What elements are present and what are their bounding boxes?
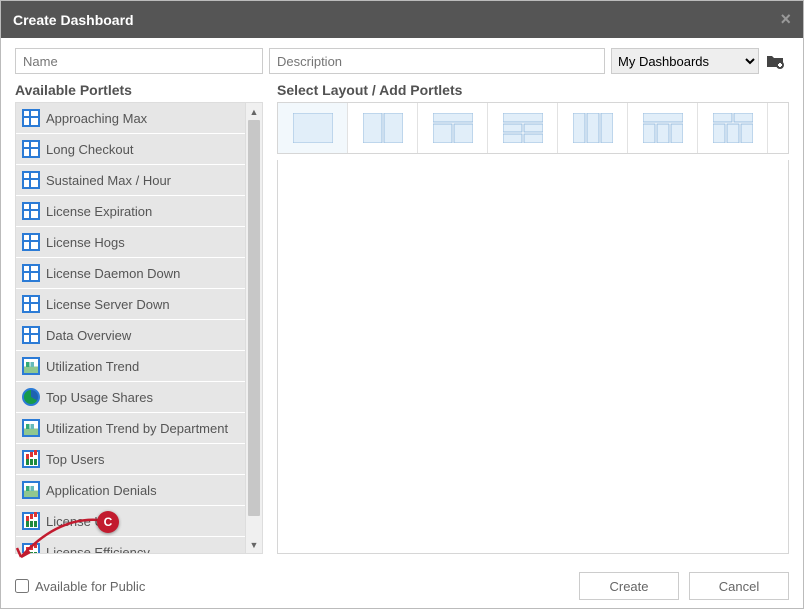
portlet-item[interactable]: Sustained Max / Hour xyxy=(16,165,245,196)
portlet-item[interactable]: License Efficiency xyxy=(16,537,245,553)
add-folder-icon[interactable] xyxy=(765,51,785,71)
description-input[interactable] xyxy=(269,48,605,74)
grid-icon xyxy=(22,109,40,127)
grid-icon xyxy=(22,264,40,282)
portlet-item[interactable]: Utilization Trend xyxy=(16,351,245,382)
grid-icon xyxy=(22,171,40,189)
portlet-item[interactable]: License Use xyxy=(16,506,245,537)
dialog-title: Create Dashboard xyxy=(13,12,134,28)
portlet-label: Approaching Max xyxy=(46,111,147,126)
bar-icon xyxy=(22,512,40,530)
grid-icon xyxy=(22,202,40,220)
portlet-label: License Daemon Down xyxy=(46,266,180,281)
available-for-public-checkbox[interactable]: Available for Public xyxy=(15,579,145,594)
available-portlets-heading: Available Portlets xyxy=(15,82,263,98)
name-input[interactable] xyxy=(15,48,263,74)
portlet-scrollbar[interactable]: ▲ ▼ xyxy=(245,103,262,553)
portlet-item[interactable]: Long Checkout xyxy=(16,134,245,165)
portlet-label: License Server Down xyxy=(46,297,170,312)
layout-option-complex-b[interactable] xyxy=(698,103,768,153)
portlet-item[interactable]: Application Denials xyxy=(16,475,245,506)
portlet-label: License Expiration xyxy=(46,204,152,219)
bar-icon xyxy=(22,450,40,468)
chart-icon xyxy=(22,357,40,375)
portlet-label: Application Denials xyxy=(46,483,157,498)
grid-icon xyxy=(22,233,40,251)
cancel-button[interactable]: Cancel xyxy=(689,572,789,600)
grid-icon xyxy=(22,140,40,158)
create-button[interactable]: Create xyxy=(579,572,679,600)
chart-icon xyxy=(22,419,40,437)
portlet-label: Utilization Trend by Department xyxy=(46,421,228,436)
portlet-label: Data Overview xyxy=(46,328,131,343)
grid-icon xyxy=(22,326,40,344)
public-checkbox-label: Available for Public xyxy=(35,579,145,594)
scroll-thumb[interactable] xyxy=(248,120,260,516)
pie-icon xyxy=(22,388,40,406)
portlet-label: License Use xyxy=(46,514,118,529)
location-select[interactable]: My Dashboards xyxy=(611,48,759,74)
chart-icon xyxy=(22,481,40,499)
portlet-label: Top Users xyxy=(46,452,105,467)
select-layout-heading: Select Layout / Add Portlets xyxy=(277,82,789,98)
portlet-list: Approaching Max Long Checkout Sustained Ma… xyxy=(16,103,245,553)
portlet-item[interactable]: License Daemon Down xyxy=(16,258,245,289)
portlet-item[interactable]: Top Usage Shares xyxy=(16,382,245,413)
portlet-item[interactable]: Top Users xyxy=(16,444,245,475)
bar-icon xyxy=(22,543,40,553)
layout-option-complex-a[interactable] xyxy=(628,103,698,153)
layout-options xyxy=(277,102,789,154)
close-icon[interactable]: × xyxy=(780,9,791,30)
layout-option-three-col[interactable] xyxy=(558,103,628,153)
portlet-label: Top Usage Shares xyxy=(46,390,153,405)
portlet-label: Long Checkout xyxy=(46,142,133,157)
layout-option-single[interactable] xyxy=(278,103,348,153)
portlet-item[interactable]: Utilization Trend by Department xyxy=(16,413,245,444)
portlet-label: License Hogs xyxy=(46,235,125,250)
layout-option-two-col[interactable] xyxy=(348,103,418,153)
scroll-up-icon[interactable]: ▲ xyxy=(246,103,262,120)
portlet-item[interactable]: Data Overview xyxy=(16,320,245,351)
portlet-item[interactable]: License Expiration xyxy=(16,196,245,227)
public-checkbox-input[interactable] xyxy=(15,579,29,593)
portlet-item[interactable]: License Server Down xyxy=(16,289,245,320)
portlet-item[interactable]: Approaching Max xyxy=(16,103,245,134)
layout-canvas[interactable] xyxy=(277,160,789,554)
grid-icon xyxy=(22,295,40,313)
portlet-label: License Efficiency xyxy=(46,545,150,554)
layout-option-header-grid[interactable] xyxy=(488,103,558,153)
portlet-label: Utilization Trend xyxy=(46,359,139,374)
layout-option-header-two[interactable] xyxy=(418,103,488,153)
scroll-down-icon[interactable]: ▼ xyxy=(246,536,262,553)
portlet-label: Sustained Max / Hour xyxy=(46,173,171,188)
portlet-item[interactable]: License Hogs xyxy=(16,227,245,258)
